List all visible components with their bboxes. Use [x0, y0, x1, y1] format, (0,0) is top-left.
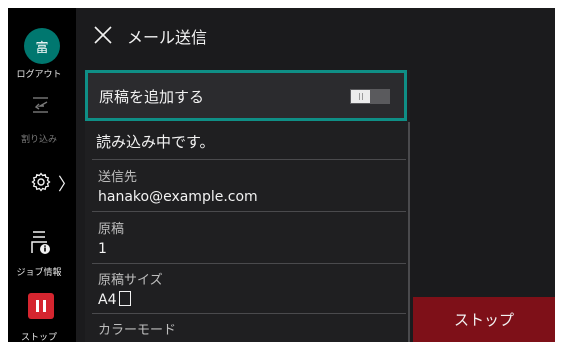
portrait-paper-icon: [119, 291, 132, 306]
user-avatar-button[interactable]: 富: [24, 28, 60, 64]
rail-stop-label[interactable]: ストップ: [8, 330, 70, 342]
interrupt-label: 割り込み: [20, 135, 57, 145]
add-original-row[interactable]: 原稿を追加する: [85, 70, 407, 121]
job-info-label[interactable]: ジョブ情報: [8, 265, 70, 278]
color-mode-caption: カラーモード: [98, 323, 177, 338]
side-rail: 富 ログアウト 割り込み 〉 ジョブ情報 ストップ: [8, 8, 76, 342]
divider: [92, 159, 406, 160]
toggle-knob: [351, 90, 370, 103]
divider: [92, 313, 406, 314]
panel-scrollbar[interactable]: [408, 122, 410, 342]
close-icon[interactable]: [94, 26, 112, 44]
chevron-right-icon[interactable]: 〉: [58, 170, 75, 195]
original-size-caption: 原稿サイズ: [98, 273, 163, 288]
divider: [92, 263, 406, 264]
page-title: メール送信: [127, 28, 208, 47]
job-info-icon[interactable]: [30, 229, 52, 255]
app-screen: 富 ログアウト 割り込み 〉 ジョブ情報 ストップ メール送信 原稿を追加する …: [8, 8, 555, 342]
header-bar: メール送信: [76, 8, 555, 63]
interrupt-icon[interactable]: [30, 96, 52, 114]
original-size-value: A4: [98, 292, 117, 308]
add-original-label: 原稿を追加する: [99, 88, 205, 106]
status-text: 読み込み中です。: [96, 133, 215, 151]
originals-value: 1: [98, 241, 107, 257]
rail-stop-button[interactable]: [28, 293, 54, 319]
add-original-toggle[interactable]: [350, 89, 390, 104]
gear-icon[interactable]: [31, 172, 51, 192]
originals-caption: 原稿: [98, 222, 125, 237]
destination-caption: 送信先: [98, 170, 138, 185]
logout-label[interactable]: ログアウト: [8, 67, 70, 80]
divider: [92, 211, 406, 212]
original-size-row: A4: [98, 291, 132, 308]
stop-button[interactable]: ストップ: [413, 297, 555, 342]
destination-value: hanako@example.com: [98, 189, 258, 205]
